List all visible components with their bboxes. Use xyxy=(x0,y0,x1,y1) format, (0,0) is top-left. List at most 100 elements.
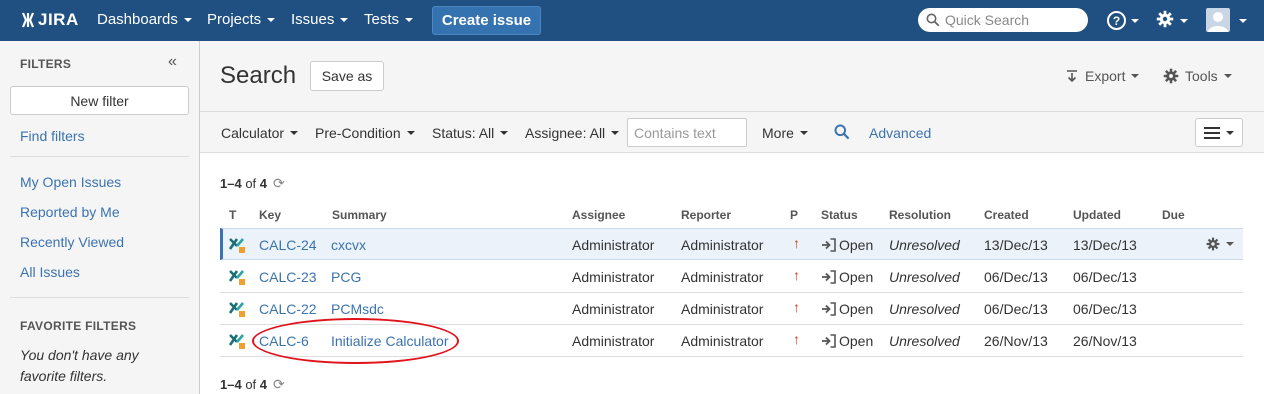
nav-dashboards-label: Dashboards xyxy=(97,11,178,28)
issue-type-filter-label: Pre-Condition xyxy=(315,125,401,141)
gear-icon xyxy=(1163,68,1179,84)
results-count-bottom: 1–4 of 4 ⟳ xyxy=(220,376,285,393)
assignee-cell[interactable]: Administrator xyxy=(572,237,654,253)
column-header-due[interactable]: Due xyxy=(1162,208,1185,222)
status-label: Open xyxy=(839,333,874,349)
assignee-filter[interactable]: Assignee: All xyxy=(525,125,620,141)
chevron-down-icon xyxy=(1226,242,1234,246)
sidebar-item-my-open-issues[interactable]: My Open Issues xyxy=(20,174,121,190)
advanced-search-link[interactable]: Advanced xyxy=(869,125,931,141)
nav-projects[interactable]: Projects xyxy=(207,11,276,28)
column-header-type[interactable]: T xyxy=(229,208,236,222)
jira-logo[interactable]: JIRA xyxy=(20,10,79,30)
create-issue-button[interactable]: Create issue xyxy=(432,6,541,35)
reporter-cell[interactable]: Administrator xyxy=(681,237,763,253)
row-actions-button[interactable] xyxy=(1206,237,1234,251)
column-header-priority[interactable]: P xyxy=(790,208,798,222)
priority-major-arrow-icon: ↑ xyxy=(793,267,800,283)
more-criteria-button[interactable]: More xyxy=(762,125,808,141)
nav-tests[interactable]: Tests xyxy=(364,11,414,28)
table-row[interactable]: CALC-23 PCG Administrator Administrator … xyxy=(220,261,1243,293)
highlight-annotation-ellipse xyxy=(252,318,459,364)
project-filter[interactable]: Calculator xyxy=(221,125,299,141)
open-status-icon xyxy=(822,302,836,316)
quick-search-placeholder: Quick Search xyxy=(945,12,1030,28)
chevron-down-icon xyxy=(1180,19,1188,23)
settings-gear-icon[interactable] xyxy=(1156,10,1174,31)
more-label: More xyxy=(762,125,794,141)
reporter-cell[interactable]: Administrator xyxy=(681,269,763,285)
reporter-cell[interactable]: Administrator xyxy=(681,301,763,317)
issue-key-link[interactable]: CALC-24 xyxy=(259,237,317,253)
filters-sidebar: FILTERS « New filter Find filters My Ope… xyxy=(0,41,200,394)
assignee-filter-label: Assignee: All xyxy=(525,125,606,141)
find-filters-link[interactable]: Find filters xyxy=(20,128,85,144)
sidebar-divider xyxy=(10,156,189,157)
created-cell: 26/Nov/13 xyxy=(984,333,1048,349)
issue-summary-link[interactable]: PCMsdc xyxy=(331,301,384,317)
issue-key-link[interactable]: CALC-22 xyxy=(259,301,317,317)
sidebar-title: FILTERS xyxy=(20,57,72,71)
chevron-down-icon xyxy=(267,17,276,22)
assignee-cell[interactable]: Administrator xyxy=(572,301,654,317)
export-icon xyxy=(1067,70,1077,83)
layout-menu-button[interactable] xyxy=(1195,118,1243,147)
tools-button[interactable]: Tools xyxy=(1163,68,1232,84)
reporter-cell[interactable]: Administrator xyxy=(681,333,763,349)
status-filter-label: Status: All xyxy=(432,125,495,141)
status-label: Open xyxy=(839,269,874,285)
priority-major-arrow-icon: ↑ xyxy=(793,235,800,251)
test-type-icon xyxy=(228,238,245,253)
sidebar-item-reported-by-me[interactable]: Reported by Me xyxy=(20,204,120,220)
issue-key-link[interactable]: CALC-23 xyxy=(259,269,317,285)
results-count-range: 1–4 xyxy=(220,377,242,392)
jira-logo-icon xyxy=(21,12,35,28)
collapse-sidebar-icon[interactable]: « xyxy=(168,53,177,71)
logo-text: JIRA xyxy=(38,10,79,29)
column-header-resolution[interactable]: Resolution xyxy=(889,208,951,222)
column-header-reporter[interactable]: Reporter xyxy=(681,208,731,222)
chevron-down-icon xyxy=(406,131,415,135)
open-status-icon xyxy=(822,270,836,284)
chevron-down-icon xyxy=(1223,74,1232,78)
help-icon[interactable]: ? xyxy=(1107,11,1126,30)
status-filter[interactable]: Status: All xyxy=(432,125,509,141)
column-header-key[interactable]: Key xyxy=(259,208,281,222)
assignee-cell[interactable]: Administrator xyxy=(572,333,654,349)
quick-search-input[interactable]: Quick Search xyxy=(918,8,1088,32)
search-icon[interactable] xyxy=(834,124,850,143)
results-count-range: 1–4 xyxy=(220,176,242,191)
chevron-down-icon xyxy=(1226,130,1234,135)
results-count-of: of xyxy=(245,377,257,392)
new-filter-button[interactable]: New filter xyxy=(10,86,189,115)
refresh-icon[interactable]: ⟳ xyxy=(273,376,285,393)
user-avatar[interactable] xyxy=(1206,8,1230,32)
filter-bar: Calculator Pre-Condition Status: All Ass… xyxy=(200,111,1264,153)
search-icon xyxy=(926,13,940,27)
issue-type-filter[interactable]: Pre-Condition xyxy=(315,125,415,141)
assignee-cell[interactable]: Administrator xyxy=(572,269,654,285)
column-header-status[interactable]: Status xyxy=(821,208,858,222)
chevron-down-icon xyxy=(183,17,192,22)
save-as-button[interactable]: Save as xyxy=(310,61,384,91)
sidebar-item-recently-viewed[interactable]: Recently Viewed xyxy=(20,234,124,250)
column-header-assignee[interactable]: Assignee xyxy=(572,208,625,222)
issue-summary-link[interactable]: cxcvx xyxy=(331,237,366,253)
column-header-created[interactable]: Created xyxy=(984,208,1029,222)
test-type-icon xyxy=(228,302,245,317)
column-header-updated[interactable]: Updated xyxy=(1073,208,1121,222)
chevron-down-icon xyxy=(500,131,509,135)
nav-dashboards[interactable]: Dashboards xyxy=(97,11,192,28)
export-label: Export xyxy=(1085,68,1126,84)
export-button[interactable]: Export xyxy=(1065,68,1140,84)
nav-issues[interactable]: Issues xyxy=(291,11,349,28)
issue-summary-link[interactable]: PCG xyxy=(331,269,361,285)
contains-text-input[interactable]: Contains text xyxy=(627,118,747,147)
chevron-down-icon xyxy=(799,131,808,135)
refresh-icon[interactable]: ⟳ xyxy=(273,175,285,192)
column-header-summary[interactable]: Summary xyxy=(332,208,387,222)
chevron-down-icon xyxy=(611,131,620,135)
sidebar-item-all-issues[interactable]: All Issues xyxy=(20,264,80,280)
table-row[interactable]: CALC-24 cxcvx Administrator Administrato… xyxy=(220,228,1243,260)
favorite-filters-title: FAVORITE FILTERS xyxy=(20,319,137,333)
